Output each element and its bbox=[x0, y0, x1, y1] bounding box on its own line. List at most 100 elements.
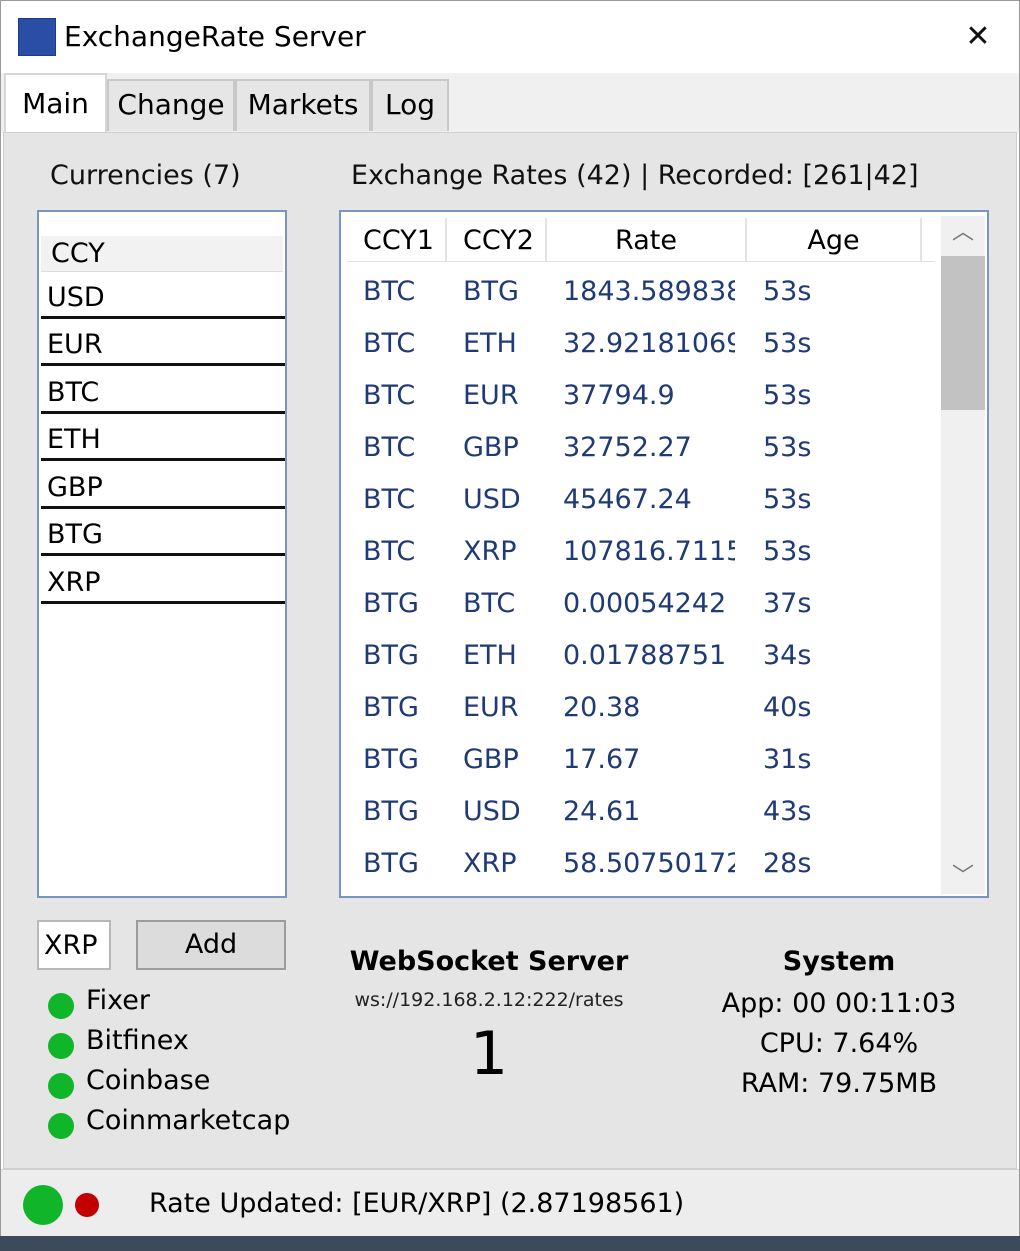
currency-column-header[interactable]: CCY bbox=[41, 236, 283, 272]
table-row[interactable]: BTG EUR 20.38 40s bbox=[347, 682, 935, 734]
cell-age: 53s bbox=[763, 328, 812, 359]
cell-ccy1: BTC bbox=[363, 276, 416, 307]
provider-label: Coinbase bbox=[86, 1065, 211, 1096]
rates-scrollbar[interactable]: ︿ ﹀ bbox=[941, 216, 985, 894]
app-window: ExchangeRate Server ✕ Main Change Market… bbox=[0, 0, 1020, 1251]
cell-ccy2: BTC bbox=[463, 588, 516, 619]
provider-label: Bitfinex bbox=[86, 1025, 189, 1056]
cell-age: 43s bbox=[763, 796, 812, 827]
cell-age: 37s bbox=[763, 588, 812, 619]
cell-rate: 45467.24 bbox=[563, 484, 692, 515]
cell-ccy2: USD bbox=[463, 484, 521, 515]
status-dot-icon bbox=[48, 1073, 74, 1099]
cell-ccy2: GBP bbox=[463, 744, 519, 775]
cell-age: 53s bbox=[763, 432, 812, 463]
table-row[interactable]: BTC ETH 32.92181069 53s bbox=[347, 318, 935, 370]
list-item[interactable]: BTG bbox=[41, 510, 285, 556]
list-item[interactable]: XRP bbox=[41, 558, 285, 604]
status-text: Rate Updated: [EUR/XRP] (2.87198561) bbox=[149, 1188, 685, 1219]
currency-input[interactable] bbox=[37, 920, 111, 970]
table-row[interactable]: BTG ETH 0.01788751 34s bbox=[347, 630, 935, 682]
status-dot-icon bbox=[48, 993, 74, 1019]
cell-ccy1: BTC bbox=[363, 432, 416, 463]
list-item[interactable]: GBP bbox=[41, 463, 285, 509]
cell-age: 31s bbox=[763, 744, 812, 775]
websocket-url: ws://192.168.2.12:222/rates bbox=[354, 989, 624, 1011]
main-panel: Currencies (7) Exchange Rates (42) | Rec… bbox=[3, 132, 1017, 1169]
cell-ccy2: EUR bbox=[463, 380, 519, 411]
cell-rate: 58.50750172 bbox=[563, 848, 735, 879]
tab-change[interactable]: Change bbox=[107, 79, 235, 131]
websocket-client-count: 1 bbox=[469, 1019, 509, 1089]
table-row[interactable]: BTC GBP 32752.27 53s bbox=[347, 422, 935, 474]
system-title: System bbox=[782, 946, 896, 977]
cell-ccy1: BTC bbox=[363, 536, 416, 567]
scrollbar-thumb[interactable] bbox=[941, 256, 985, 410]
provider-label: Coinmarketcap bbox=[86, 1105, 291, 1136]
tab-main[interactable]: Main bbox=[4, 73, 107, 133]
column-header-age[interactable]: Age bbox=[747, 218, 922, 262]
cell-age: 53s bbox=[763, 484, 812, 515]
chevron-up-icon[interactable]: ︿ bbox=[941, 216, 985, 250]
table-row[interactable]: BTC BTG 1843.589838 53s bbox=[347, 266, 935, 318]
cell-rate: 17.67 bbox=[563, 744, 641, 775]
list-item[interactable]: BTC bbox=[41, 368, 285, 414]
column-header-ccy1[interactable]: CCY1 bbox=[347, 218, 447, 262]
cell-ccy1: BTG bbox=[363, 744, 419, 775]
tab-log[interactable]: Log bbox=[371, 79, 449, 131]
column-header-rate[interactable]: Rate bbox=[547, 218, 747, 262]
rates-header-row: CCY1 CCY2 Rate Age bbox=[347, 218, 935, 262]
table-row[interactable]: BTG GBP 17.67 31s bbox=[347, 734, 935, 786]
rates-grid[interactable]: CCY1 CCY2 Rate Age BTC BTG 1843.589838 5… bbox=[339, 210, 989, 898]
table-row[interactable]: BTC XRP 107816.7115 53s bbox=[347, 526, 935, 578]
list-item[interactable]: USD bbox=[41, 273, 285, 319]
cell-rate: 32752.27 bbox=[563, 432, 692, 463]
table-row[interactable]: BTG USD 24.61 43s bbox=[347, 786, 935, 838]
cell-rate: 32.92181069 bbox=[563, 328, 735, 359]
system-cpu: CPU: 7.64% bbox=[759, 1028, 919, 1059]
cell-ccy2: EUR bbox=[463, 692, 519, 723]
cell-ccy1: BTC bbox=[363, 484, 416, 515]
cell-ccy2: GBP bbox=[463, 432, 519, 463]
cell-age: 34s bbox=[763, 640, 812, 671]
title-bar: ExchangeRate Server ✕ bbox=[1, 1, 1019, 73]
cell-ccy1: BTG bbox=[363, 588, 419, 619]
currencies-heading: Currencies (7) bbox=[50, 160, 241, 191]
cell-ccy1: BTC bbox=[363, 328, 416, 359]
cell-rate: 0.01788751 bbox=[563, 640, 727, 671]
cell-rate: 37794.9 bbox=[563, 380, 675, 411]
app-logo-icon bbox=[18, 18, 56, 56]
column-header-ccy2[interactable]: CCY2 bbox=[447, 218, 547, 262]
cell-ccy2: USD bbox=[463, 796, 521, 827]
cell-ccy1: BTC bbox=[363, 380, 416, 411]
cell-ccy2: XRP bbox=[463, 848, 517, 879]
table-row[interactable]: BTC EUR 37794.9 53s bbox=[347, 370, 935, 422]
status-bar: Rate Updated: [EUR/XRP] (2.87198561) bbox=[1, 1169, 1019, 1237]
list-item[interactable]: EUR bbox=[41, 320, 285, 366]
chevron-down-icon[interactable]: ﹀ bbox=[941, 860, 985, 894]
cell-rate: 24.61 bbox=[563, 796, 641, 827]
table-row[interactable]: BTG BTC 0.00054242 37s bbox=[347, 578, 935, 630]
cell-rate: 1843.589838 bbox=[563, 276, 735, 307]
cell-ccy1: BTG bbox=[363, 640, 419, 671]
currency-list[interactable]: CCY USD EUR BTC ETH GBP BTG XRP bbox=[37, 210, 287, 898]
cell-ccy2: XRP bbox=[463, 536, 517, 567]
list-item[interactable]: ETH bbox=[41, 415, 285, 461]
status-dot-icon bbox=[48, 1033, 74, 1059]
tab-markets[interactable]: Markets bbox=[235, 79, 371, 131]
table-row[interactable]: BTG XRP 58.50750172 28s bbox=[347, 838, 935, 890]
websocket-title: WebSocket Server bbox=[349, 946, 629, 977]
close-icon[interactable]: ✕ bbox=[953, 15, 1003, 59]
cell-age: 53s bbox=[763, 276, 812, 307]
add-button[interactable]: Add bbox=[136, 920, 286, 970]
cell-age: 53s bbox=[763, 380, 812, 411]
table-row[interactable]: BTC USD 45467.24 53s bbox=[347, 474, 935, 526]
provider-label: Fixer bbox=[86, 985, 150, 1016]
tab-strip: Main Change Markets Log bbox=[1, 73, 1019, 133]
cell-age: 28s bbox=[763, 848, 812, 879]
cell-ccy1: BTG bbox=[363, 692, 419, 723]
system-app-uptime: App: 00 00:11:03 bbox=[721, 988, 957, 1019]
status-ok-icon bbox=[23, 1185, 63, 1225]
system-ram: RAM: 79.75MB bbox=[740, 1068, 938, 1099]
status-error-icon bbox=[75, 1193, 99, 1217]
